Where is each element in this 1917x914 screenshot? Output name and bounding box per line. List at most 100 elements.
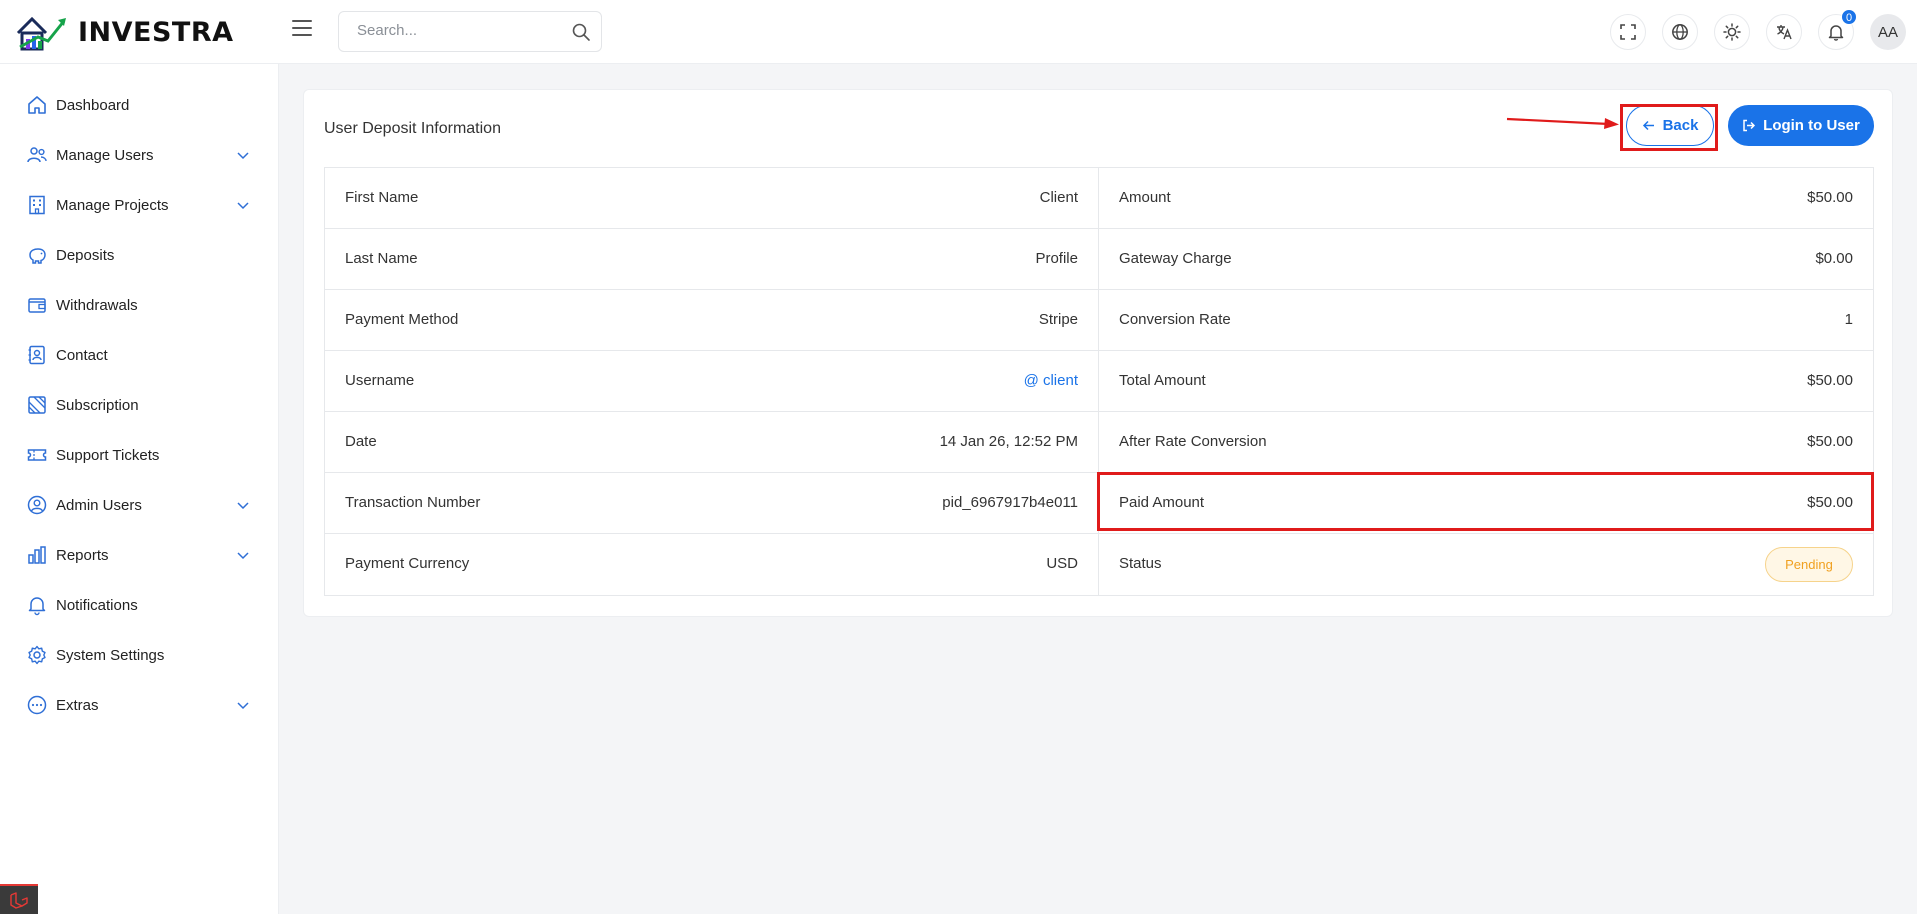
notification-count-badge: 0: [1841, 9, 1857, 25]
ticket-icon: [27, 449, 47, 461]
bar-chart-icon: [28, 546, 46, 564]
detail-key: Status: [1119, 555, 1162, 572]
deposit-details-table: First Name Client Last Name Profile Paym…: [324, 167, 1874, 596]
home-icon: [28, 96, 46, 114]
sidebar-item-withdrawals[interactable]: Withdrawals: [0, 285, 279, 325]
notifications-button[interactable]: 0: [1818, 9, 1857, 50]
users-icon: [27, 147, 47, 163]
chevron-down-icon: [237, 502, 249, 510]
detail-key: Amount: [1119, 189, 1171, 206]
fullscreen-icon: [1620, 24, 1636, 40]
detail-value: 14 Jan 26, 12:52 PM: [939, 433, 1078, 450]
detail-key: First Name: [345, 189, 419, 206]
detail-key: Transaction Number: [345, 494, 481, 511]
detail-row-total-amount: Total Amount $50.00: [1099, 351, 1873, 412]
detail-key: Payment Method: [345, 311, 459, 328]
sidebar-item-label: Contact: [56, 346, 108, 364]
detail-value: USD: [1046, 555, 1078, 572]
detail-row-payment-currency: Payment Currency USD: [325, 534, 1099, 595]
wallet-icon: [28, 298, 46, 313]
detail-key: Username: [345, 372, 415, 389]
building-icon: [29, 195, 45, 215]
sidebar-item-label: Dashboard: [56, 96, 130, 114]
detail-row-amount: Amount $50.00: [1099, 168, 1873, 229]
sidebar-item-dashboard[interactable]: Dashboard: [0, 85, 279, 125]
detail-value: Stripe: [1038, 311, 1078, 328]
sidebar-item-reports[interactable]: Reports: [0, 535, 279, 575]
sidebar-item-label: Extras: [56, 696, 99, 714]
detail-key: Gateway Charge: [1119, 250, 1232, 267]
detail-row-date: Date 14 Jan 26, 12:52 PM: [325, 412, 1099, 473]
user-avatar[interactable]: AA: [1870, 14, 1906, 50]
annotation-highlight-paid-amount: [1097, 472, 1874, 531]
detail-row-username: Username @ client: [325, 351, 1099, 412]
theme-toggle-button[interactable]: [1714, 14, 1750, 50]
detail-value: 1: [1844, 311, 1853, 328]
detail-value: pid_6967917b4e011: [942, 494, 1078, 511]
annotation-highlight-back: [1620, 104, 1718, 151]
laravel-logo-icon: [10, 892, 28, 909]
detail-row-payment-method: Payment Method Stripe: [325, 290, 1099, 351]
menu-toggle-icon[interactable]: [292, 20, 312, 36]
detail-value: $50.00: [1807, 372, 1853, 389]
search-box: [338, 11, 602, 52]
bell-icon: [1828, 25, 1844, 41]
globe-icon: [1672, 24, 1688, 40]
deposit-info-card: User Deposit Information Back Login to U…: [303, 89, 1893, 617]
username-link[interactable]: @ client: [1024, 372, 1078, 389]
page-title: User Deposit Information: [324, 120, 501, 137]
sidebar-item-deposits[interactable]: Deposits: [0, 235, 279, 275]
translate-icon: [1777, 25, 1792, 40]
sidebar-item-label: Reports: [56, 546, 109, 564]
top-header: INVESTRA Search... 0 AA: [0, 0, 1917, 64]
logo-chart-icon: [16, 16, 66, 51]
sidebar: Dashboard Manage Users Manage Projects D…: [0, 64, 279, 914]
detail-key: Payment Currency: [345, 555, 470, 572]
detail-value: $50.00: [1807, 433, 1853, 450]
sidebar-item-label: Withdrawals: [56, 296, 138, 314]
sidebar-item-label: Support Tickets: [56, 446, 160, 464]
sidebar-item-contact[interactable]: Contact: [0, 335, 279, 375]
brand-name: INVESTRA: [78, 16, 234, 48]
detail-row-last-name: Last Name Profile: [325, 229, 1099, 290]
search-input[interactable]: [357, 22, 557, 39]
sidebar-item-admin-users[interactable]: Admin Users: [0, 485, 279, 525]
detail-key: Date: [345, 433, 377, 450]
status-badge: Pending: [1765, 547, 1853, 582]
detail-value: $0.00: [1815, 250, 1853, 267]
sidebar-item-manage-projects[interactable]: Manage Projects: [0, 185, 279, 225]
sidebar-item-label: Manage Projects: [56, 196, 169, 214]
fullscreen-button[interactable]: [1610, 14, 1646, 50]
chevron-down-icon: [237, 552, 249, 560]
admin-user-icon: [27, 495, 47, 515]
brand-logo[interactable]: INVESTRA: [14, 10, 234, 54]
sun-icon: [1723, 23, 1741, 41]
detail-row-first-name: First Name Client: [325, 168, 1099, 229]
sidebar-item-extras[interactable]: Extras: [0, 685, 279, 725]
sidebar-item-notifications[interactable]: Notifications: [0, 585, 279, 625]
detail-key: Total Amount: [1119, 372, 1206, 389]
chevron-down-icon: [237, 202, 249, 210]
detail-row-status: Status Pending: [1099, 534, 1873, 595]
sidebar-item-label: Notifications: [56, 596, 138, 614]
debug-toolbar-toggle[interactable]: [0, 884, 38, 914]
detail-row-conversion-rate: Conversion Rate 1: [1099, 290, 1873, 351]
detail-key: Last Name: [345, 250, 418, 267]
sidebar-item-subscription[interactable]: Subscription: [0, 385, 279, 425]
detail-value: Client: [1039, 189, 1078, 206]
search-icon[interactable]: [571, 22, 591, 42]
sidebar-item-label: Deposits: [56, 246, 115, 264]
sidebar-item-system-settings[interactable]: System Settings: [0, 635, 279, 675]
sidebar-item-manage-users[interactable]: Manage Users: [0, 135, 279, 175]
subscription-icon: [28, 396, 46, 414]
language-button[interactable]: [1662, 14, 1698, 50]
detail-row-after-rate-conversion: After Rate Conversion $50.00: [1099, 412, 1873, 473]
chevron-down-icon: [237, 702, 249, 710]
translate-button[interactable]: [1766, 14, 1802, 50]
login-to-user-label: Login to User: [1763, 117, 1860, 134]
detail-row-gateway-charge: Gateway Charge $0.00: [1099, 229, 1873, 290]
login-to-user-button[interactable]: Login to User: [1728, 105, 1874, 146]
more-circle-icon: [27, 695, 47, 715]
detail-key: After Rate Conversion: [1119, 433, 1267, 450]
sidebar-item-support-tickets[interactable]: Support Tickets: [0, 435, 279, 475]
